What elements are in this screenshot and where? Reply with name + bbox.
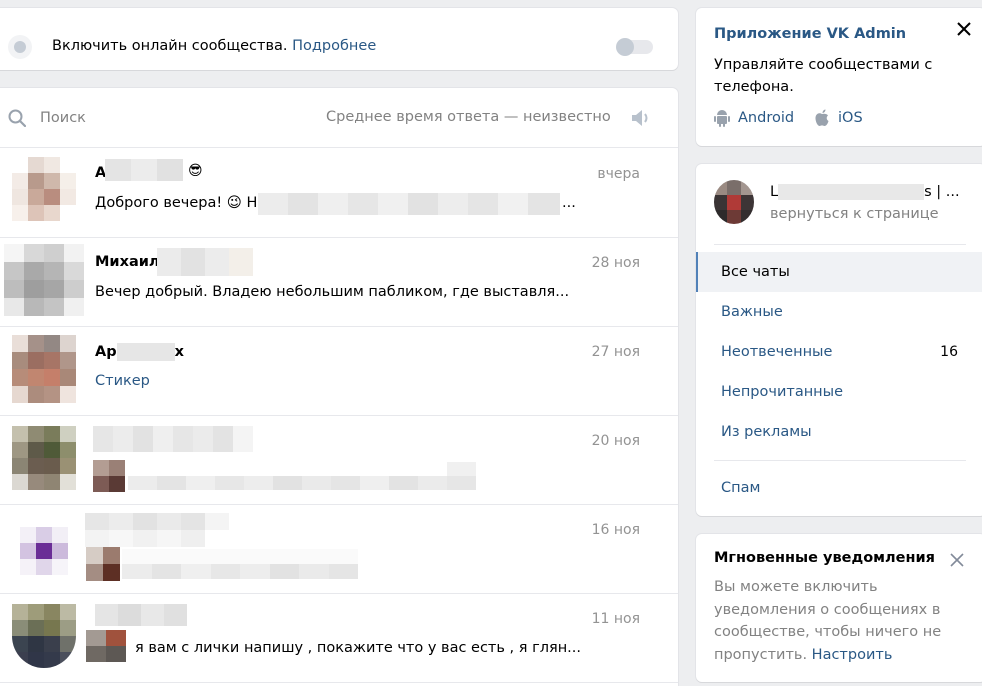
speaker-icon[interactable] bbox=[630, 108, 654, 128]
dialog-row[interactable]: Михаил 28 ноя Вечер добрый. Владею небол… bbox=[0, 238, 678, 327]
vk-admin-title[interactable]: Приложение VK Admin bbox=[714, 26, 906, 42]
search-input[interactable] bbox=[40, 106, 300, 130]
dialog-row[interactable]: 11 ноя я вам с лички напишу , покажите ч… bbox=[0, 594, 678, 683]
menu-item-label: Неотвеченные bbox=[721, 344, 833, 360]
name-blur bbox=[157, 248, 253, 276]
dialog-date: 27 ноя bbox=[591, 344, 640, 360]
chat-filter-card: Ls | ... вернуться к странице Все чаты В… bbox=[696, 164, 982, 516]
name-blur bbox=[105, 159, 183, 181]
avatar bbox=[12, 604, 76, 668]
ios-link[interactable]: iOS bbox=[814, 109, 863, 127]
dialog-date: 20 ноя bbox=[591, 433, 640, 449]
online-toggle-switch[interactable] bbox=[616, 38, 653, 56]
menu-item-important[interactable]: Важные bbox=[696, 292, 982, 332]
dialog-date: вчера bbox=[597, 166, 640, 182]
sender-avatar bbox=[86, 630, 126, 662]
search-icon[interactable] bbox=[8, 109, 26, 127]
online-toggle-card: Включить онлайн сообщества. Подробнее bbox=[0, 8, 678, 70]
emoji-icon: 😎 bbox=[188, 163, 203, 179]
android-link[interactable]: Android bbox=[714, 109, 794, 127]
name-blur bbox=[116, 343, 175, 361]
name-blur bbox=[85, 513, 229, 547]
apple-icon bbox=[815, 109, 829, 126]
dialog-preview: Доброго вечера! 😉 Н bbox=[95, 195, 258, 211]
close-icon[interactable] bbox=[949, 552, 965, 568]
dialog-date: 16 ноя bbox=[591, 522, 640, 538]
dialogs-panel: Среднее время ответа — неизвестно А 😎 вч… bbox=[0, 88, 678, 686]
sender-avatar bbox=[93, 460, 125, 492]
avatar bbox=[12, 426, 76, 490]
name-blur bbox=[95, 604, 187, 626]
dialog-row[interactable]: 16 ноя bbox=[0, 505, 678, 594]
menu-item-unread[interactable]: Непрочитанные bbox=[696, 372, 982, 412]
menu-item-unanswered[interactable]: Неотвеченные 16 bbox=[696, 332, 982, 372]
ios-label: iOS bbox=[838, 110, 863, 126]
avatar bbox=[20, 527, 68, 575]
dialog-row[interactable]: А 😎 вчера Доброго вечера! 😉 Н ... bbox=[0, 149, 678, 238]
divider bbox=[714, 244, 966, 245]
online-more-link[interactable]: Подробнее bbox=[292, 38, 376, 54]
dialog-name: Ар х bbox=[95, 343, 184, 361]
online-label: Включить онлайн сообщества. bbox=[52, 38, 288, 54]
preview-blur bbox=[122, 549, 358, 579]
dialog-date: 28 ноя bbox=[591, 255, 640, 271]
dialog-preview: Вечер добрый. Владею небольшим пабликом,… bbox=[95, 284, 570, 300]
dialog-row[interactable]: Ар х 27 ноя Стикер bbox=[0, 327, 678, 416]
avatar bbox=[12, 335, 76, 403]
dialog-preview: Стикер bbox=[95, 373, 150, 389]
dialog-name: Михаил bbox=[95, 254, 160, 270]
response-time-text: Среднее время ответа — неизвестно bbox=[326, 109, 611, 125]
vk-admin-description: Управляйте сообществами с телефона. bbox=[714, 57, 933, 95]
community-name[interactable]: Ls | ... bbox=[770, 184, 960, 200]
sender-avatar bbox=[86, 547, 120, 581]
menu-item-spam[interactable]: Спам bbox=[696, 468, 982, 508]
back-to-page-link[interactable]: вернуться к странице bbox=[770, 206, 939, 222]
dialog-row[interactable]: 20 ноя bbox=[0, 416, 678, 505]
online-status-icon bbox=[8, 35, 32, 59]
dialog-date: 11 ноя bbox=[591, 611, 640, 627]
instant-notifications-card: Мгновенные уведомления Вы можете включит… bbox=[696, 534, 982, 682]
android-label: Android bbox=[738, 110, 795, 126]
menu-item-from-ads[interactable]: Из рекламы bbox=[696, 412, 982, 452]
close-icon[interactable] bbox=[954, 19, 974, 39]
dialog-preview: я вам с лички напишу , покажите что у ва… bbox=[135, 640, 582, 656]
unanswered-count: 16 bbox=[940, 344, 958, 360]
avatar bbox=[4, 244, 84, 316]
preview-ellipsis: ... bbox=[562, 195, 576, 211]
android-icon bbox=[714, 110, 730, 127]
search-bar: Среднее время ответа — неизвестно bbox=[0, 88, 678, 148]
configure-link[interactable]: Настроить bbox=[812, 647, 893, 663]
notifications-text: Вы можете включить уведомления о сообщен… bbox=[714, 579, 942, 663]
menu-item-all-chats[interactable]: Все чаты bbox=[696, 252, 982, 292]
online-text: Включить онлайн сообщества. Подробнее bbox=[52, 38, 376, 54]
avatar bbox=[12, 157, 76, 221]
divider bbox=[714, 460, 966, 461]
preview-blur bbox=[128, 462, 476, 490]
notifications-title: Мгновенные уведомления bbox=[714, 550, 935, 566]
community-avatar[interactable] bbox=[714, 180, 754, 224]
vk-admin-card: Приложение VK Admin Управляйте сообществ… bbox=[696, 8, 982, 146]
name-blur bbox=[93, 426, 253, 452]
preview-blur bbox=[258, 193, 560, 215]
name-blur bbox=[778, 184, 925, 200]
